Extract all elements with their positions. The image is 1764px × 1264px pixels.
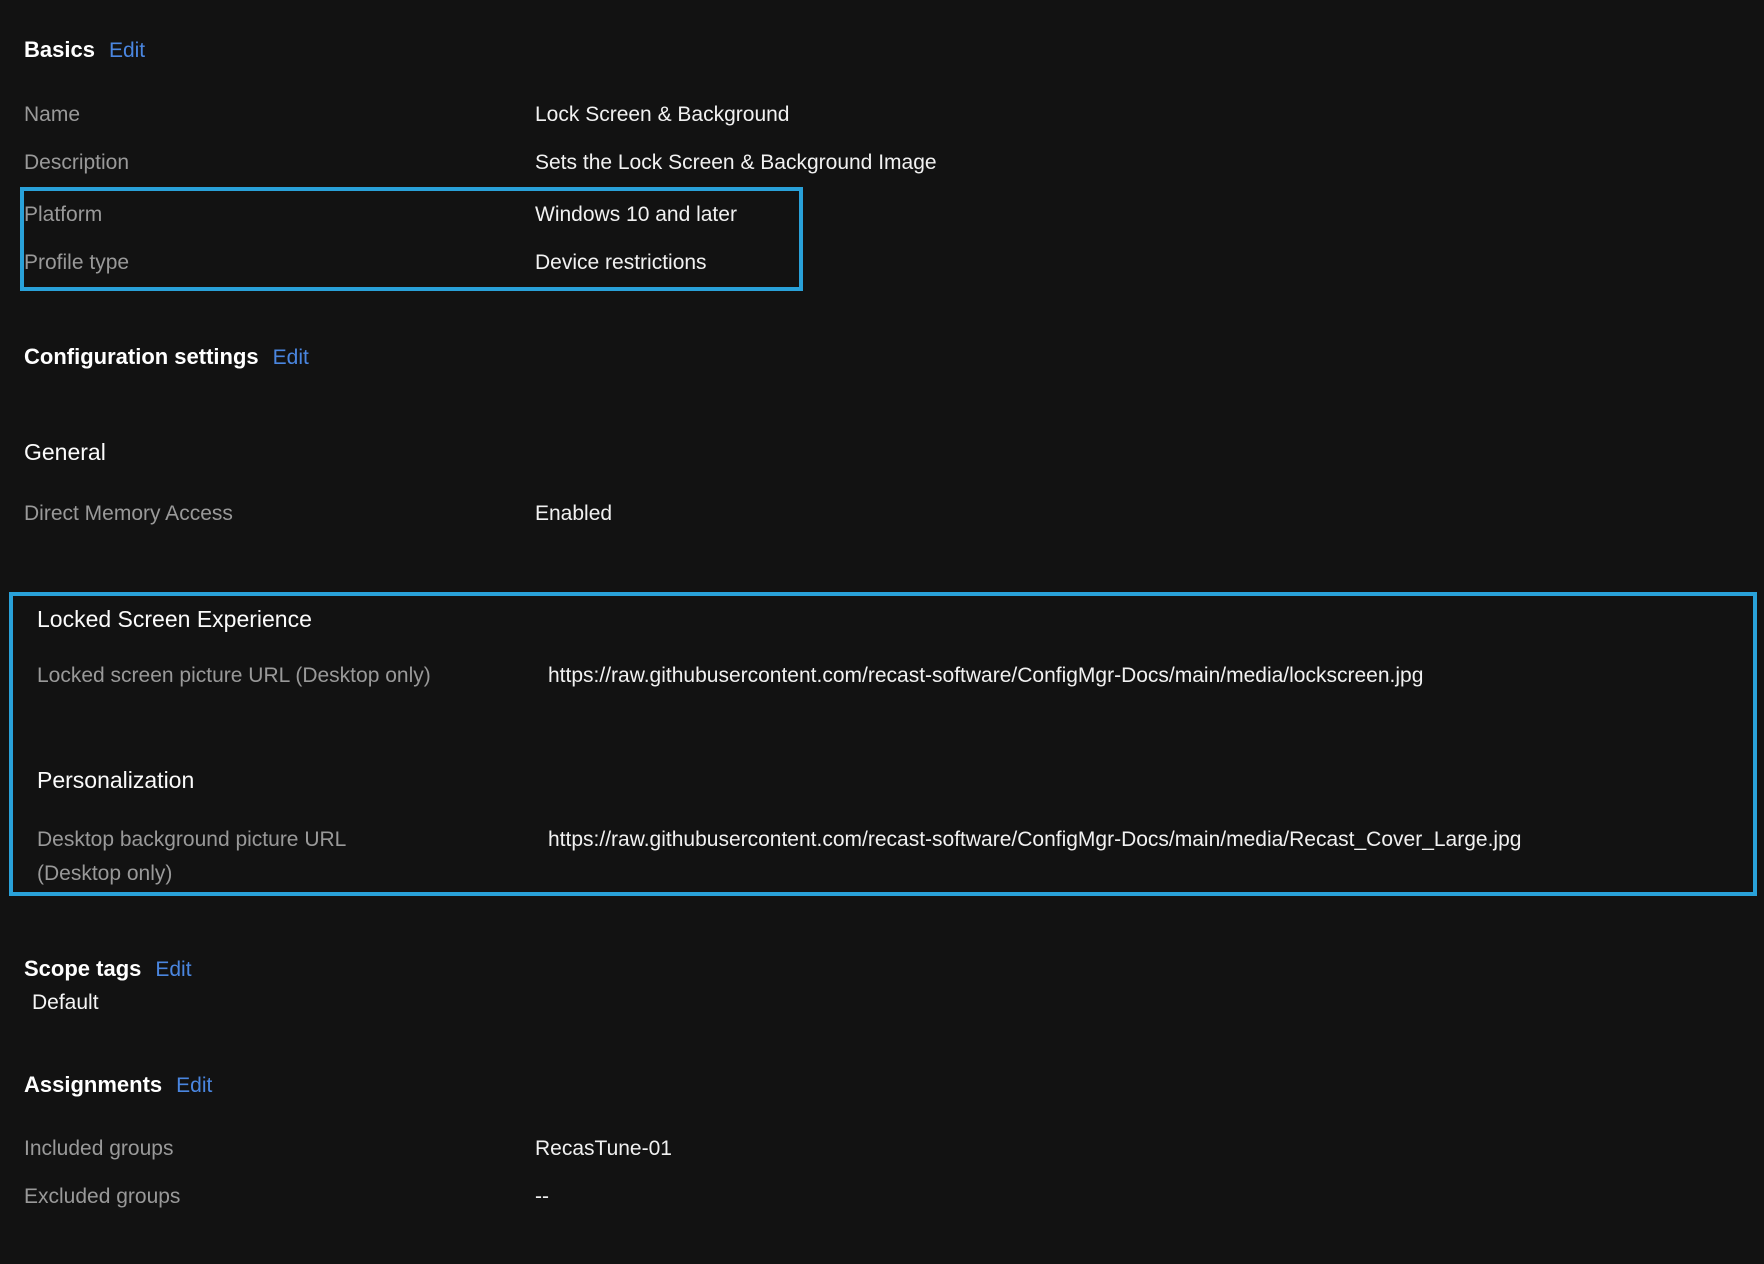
scope-tags-title: Scope tags bbox=[24, 954, 141, 984]
assignments-section-header: Assignments Edit bbox=[0, 1070, 1764, 1100]
row-excluded-groups: Excluded groups -- bbox=[0, 1173, 1764, 1221]
excluded-groups-value: -- bbox=[535, 1185, 1764, 1209]
locked-screen-experience-heading: Locked Screen Experience bbox=[24, 602, 1753, 636]
general-heading: General bbox=[0, 435, 1764, 469]
row-profile-type: Profile type Device restrictions bbox=[24, 239, 799, 287]
dma-label: Direct Memory Access bbox=[24, 502, 535, 526]
desktop-background-picture-url-label-line1: Desktop background picture URL bbox=[37, 823, 548, 857]
scope-tags-section-header: Scope tags Edit bbox=[0, 954, 1764, 984]
assignments-edit-link[interactable]: Edit bbox=[176, 1071, 212, 1101]
desktop-background-picture-url-label: Desktop background picture URL (Desktop … bbox=[37, 823, 548, 891]
locked-screen-picture-url-label: Locked screen picture URL (Desktop only) bbox=[37, 664, 548, 688]
basics-section-header: Basics Edit bbox=[0, 35, 1764, 65]
configuration-section-header: Configuration settings Edit bbox=[0, 342, 1764, 372]
description-value: Sets the Lock Screen & Background Image bbox=[535, 151, 1764, 175]
desktop-background-picture-url-value: https://raw.githubusercontent.com/recast… bbox=[548, 823, 1753, 857]
locked-screen-picture-url-value: https://raw.githubusercontent.com/recast… bbox=[548, 664, 1753, 688]
profile-type-value: Device restrictions bbox=[535, 251, 799, 275]
description-label: Description bbox=[24, 151, 535, 175]
dma-value: Enabled bbox=[535, 502, 1764, 526]
row-included-groups: Included groups RecasTune-01 bbox=[0, 1125, 1764, 1173]
configuration-edit-link[interactable]: Edit bbox=[273, 343, 309, 373]
excluded-groups-label: Excluded groups bbox=[24, 1185, 535, 1209]
platform-value: Windows 10 and later bbox=[535, 203, 799, 227]
platform-label: Platform bbox=[24, 203, 535, 227]
row-platform: Platform Windows 10 and later bbox=[24, 191, 799, 239]
scope-tags-value: Default bbox=[0, 986, 1764, 1020]
row-locked-screen-picture-url: Locked screen picture URL (Desktop only)… bbox=[24, 652, 1753, 700]
lockscreen-highlight-box: Locked Screen Experience Locked screen p… bbox=[9, 592, 1757, 896]
platform-highlight-box: Platform Windows 10 and later Profile ty… bbox=[20, 187, 803, 291]
basics-title: Basics bbox=[24, 35, 95, 65]
row-name: Name Lock Screen & Background bbox=[0, 91, 1764, 139]
assignments-title: Assignments bbox=[24, 1070, 162, 1100]
assignments-rows: Included groups RecasTune-01 Excluded gr… bbox=[0, 1125, 1764, 1221]
scope-tags-edit-link[interactable]: Edit bbox=[155, 955, 191, 985]
name-value: Lock Screen & Background bbox=[535, 103, 1764, 127]
desktop-background-picture-url-label-line2: (Desktop only) bbox=[37, 857, 548, 891]
included-groups-value: RecasTune-01 bbox=[535, 1137, 1764, 1161]
row-description: Description Sets the Lock Screen & Backg… bbox=[0, 139, 1764, 187]
row-desktop-background-picture-url: Desktop background picture URL (Desktop … bbox=[24, 823, 1753, 891]
profile-review-page: Basics Edit Name Lock Screen & Backgroun… bbox=[0, 35, 1764, 1264]
personalization-heading: Personalization bbox=[24, 763, 1753, 797]
name-label: Name bbox=[24, 103, 535, 127]
basics-rows: Name Lock Screen & Background Descriptio… bbox=[0, 91, 1764, 291]
profile-type-label: Profile type bbox=[24, 251, 535, 275]
row-direct-memory-access: Direct Memory Access Enabled bbox=[0, 490, 1764, 538]
basics-edit-link[interactable]: Edit bbox=[109, 36, 145, 66]
configuration-title: Configuration settings bbox=[24, 342, 259, 372]
included-groups-label: Included groups bbox=[24, 1137, 535, 1161]
